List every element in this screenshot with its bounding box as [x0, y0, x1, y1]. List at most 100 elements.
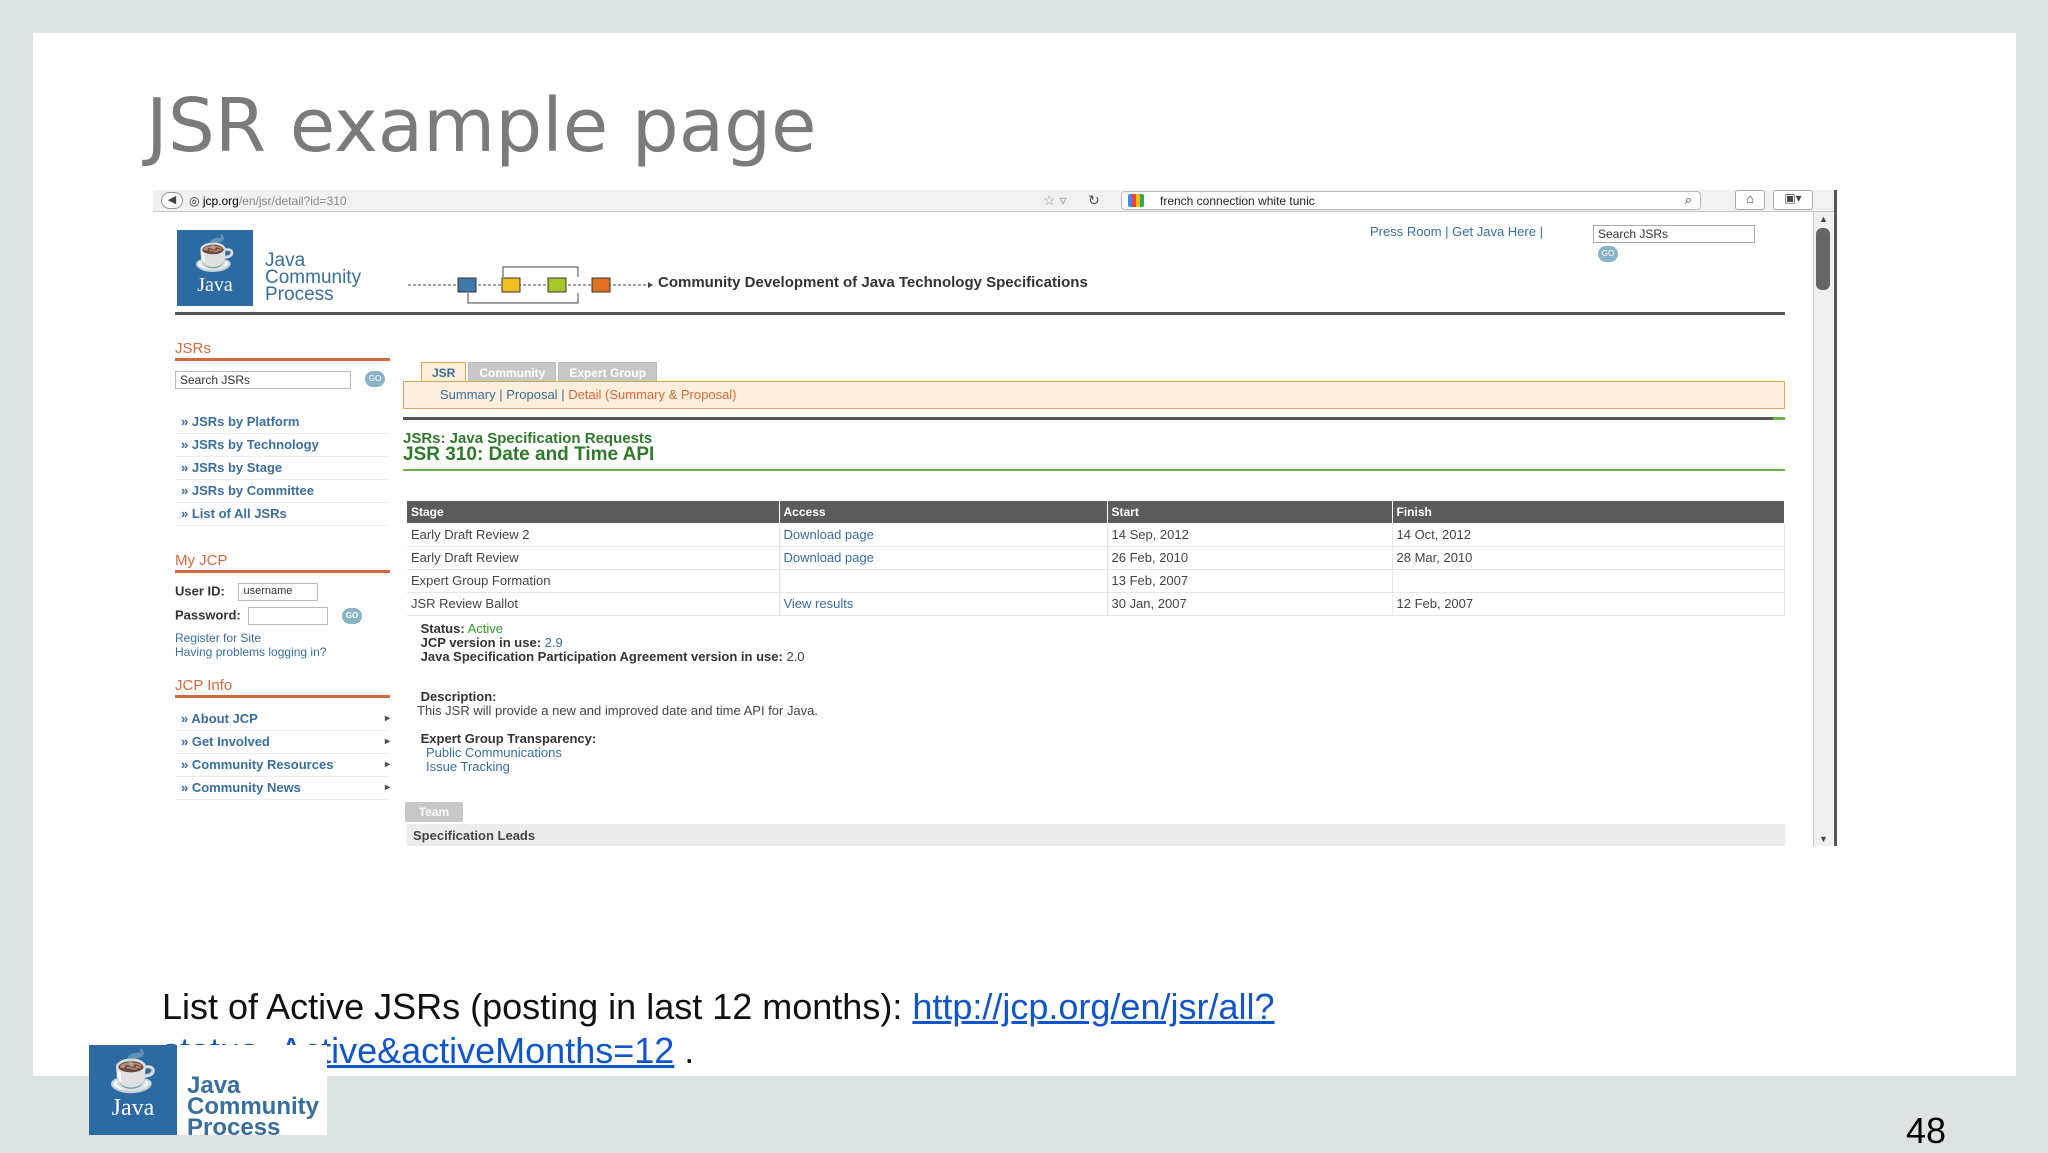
scroll-thumb[interactable] — [1816, 228, 1830, 290]
tab-team[interactable]: Team — [405, 802, 463, 822]
jsr-details: Status: Active JCP version in use: 2.9 J… — [417, 622, 818, 774]
finish-cell: 28 Mar, 2010 — [1392, 546, 1785, 570]
table-row: Early Draft Review 2 Download page 14 Se… — [407, 523, 1785, 547]
status-label: Status: — [420, 621, 465, 636]
sidebar-go-button[interactable]: GO — [365, 371, 385, 387]
back-button[interactable]: ◀ — [161, 192, 183, 209]
process-pipeline-graphic — [408, 266, 653, 304]
screen-icon[interactable]: ▣▾ — [1773, 190, 1813, 210]
slide-caption: List of Active JSRs (posting in last 12 … — [162, 985, 1412, 1073]
wordmark-line: Process — [265, 284, 334, 305]
info-link[interactable]: » About JCP ▸ — [175, 708, 390, 731]
subnav-detail[interactable]: Detail (Summary & Proposal) — [568, 387, 736, 402]
login-help-link[interactable]: Having problems logging in? — [175, 645, 390, 659]
sidebar-search: Search JSRs GO — [175, 371, 390, 389]
url-path: /en/jsr/detail?id=310 — [238, 194, 347, 208]
tab-community[interactable]: Community — [468, 362, 557, 382]
arrow-right-icon: ▸ — [384, 736, 390, 747]
top-links: Press Room | Get Java Here | — [1370, 224, 1543, 239]
access-link[interactable]: View results — [779, 592, 1108, 616]
get-java-link[interactable]: Get Java Here — [1452, 224, 1536, 239]
issue-tracking-link[interactable]: Issue Tracking — [417, 760, 818, 774]
page-number: 48 — [1906, 1110, 1947, 1151]
login-go-button[interactable]: GO — [342, 608, 362, 624]
sidebar-link[interactable]: » JSRs by Platform — [175, 411, 390, 434]
password-field[interactable] — [248, 607, 329, 625]
public-communications-link[interactable]: Public Communications — [417, 746, 818, 760]
scroll-up-icon[interactable]: ▲ — [1819, 214, 1828, 224]
bookmark-star-icon[interactable]: ☆ ▿ — [1043, 192, 1066, 209]
jcp-version-label: JCP version in use: — [420, 635, 542, 650]
browser-screenshot: ◀ ◎ jcp.org/en/jsr/detail?id=310 ☆ ▿ ↻ f… — [153, 190, 1837, 846]
sidebar-search-input[interactable]: Search JSRs — [175, 371, 351, 389]
home-icon[interactable]: ⌂ — [1735, 190, 1765, 210]
spec-leads-header: Specification Leads — [407, 824, 1785, 846]
url-host: jcp.org — [202, 194, 239, 208]
google-icon — [1128, 194, 1144, 207]
search-bar[interactable]: french connection white tunic ⌕ — [1121, 191, 1701, 210]
jcp-version-line: JCP version in use: 2.9 — [417, 636, 818, 650]
register-link[interactable]: Register for Site — [175, 631, 390, 645]
transparency-label: Expert Group Transparency: — [420, 731, 597, 746]
start-cell: 14 Sep, 2012 — [1107, 523, 1393, 547]
description-text: This JSR will provide a new and improved… — [417, 703, 819, 718]
column-header: Access — [779, 501, 1108, 523]
stage-cell: Early Draft Review — [407, 546, 780, 570]
sidebar-link[interactable]: » JSRs by Stage — [175, 457, 390, 480]
access-link[interactable]: Download page — [779, 523, 1108, 547]
scroll-down-icon[interactable]: ▼ — [1819, 834, 1828, 844]
info-links: » About JCP ▸ » Get Involved ▸ » Community… — [175, 708, 390, 800]
java-cup-icon: ☕ — [108, 1050, 158, 1094]
myjcp-heading: My JCP — [175, 552, 390, 573]
sidebar-link[interactable]: » List of All JSRs — [175, 503, 390, 526]
stage-cell: JSR Review Ballot — [407, 592, 780, 616]
globe-icon: ◎ — [189, 194, 203, 208]
info-link-label: » Community Resources — [181, 757, 334, 772]
jcpinfo-heading: JCP Info — [175, 677, 390, 698]
site-search-input[interactable]: Search JSRs — [1593, 225, 1755, 243]
footer-logo-java-text: Java — [111, 1095, 155, 1121]
tab-expert-group[interactable]: Expert Group — [558, 362, 658, 382]
logo-java-text: Java — [197, 274, 233, 296]
vertical-scrollbar[interactable]: ▲ ▼ — [1813, 212, 1833, 846]
divider-accent — [1773, 417, 1785, 420]
info-link-label: » Get Involved — [181, 734, 270, 749]
search-icon[interactable]: ⌕ — [1685, 192, 1692, 208]
tab-jsr[interactable]: JSR — [421, 362, 467, 382]
start-cell: 30 Jan, 2007 — [1107, 592, 1393, 616]
password-label: Password: — [175, 607, 241, 623]
table-row: JSR Review Ballot View results 30 Jan, 2… — [407, 592, 1785, 616]
browser-toolbar: ◀ ◎ jcp.org/en/jsr/detail?id=310 ☆ ▿ ↻ f… — [153, 190, 1834, 212]
arrow-right-icon: ▸ — [384, 782, 390, 793]
sub-navigation: Summary | Proposal | Detail (Summary & P… — [403, 381, 1785, 409]
site-search-go-button[interactable]: GO — [1598, 246, 1618, 262]
jsr-title: JSR 310: Date and Time API — [403, 444, 655, 465]
sidebar-link[interactable]: » JSRs by Committee — [175, 480, 390, 503]
wordmark-line: Process — [187, 1114, 281, 1141]
jcp-logo[interactable]: ☕ Java — [177, 230, 253, 306]
info-link-label: » Community News — [181, 780, 301, 795]
subnav-summary[interactable]: Summary — [440, 387, 496, 402]
info-link[interactable]: » Community Resources ▸ — [175, 754, 390, 777]
reload-icon[interactable]: ↻ — [1088, 192, 1100, 209]
start-cell: 26 Feb, 2010 — [1107, 546, 1393, 570]
status-value: Active — [467, 621, 503, 636]
url-bar[interactable]: ◎ jcp.org/en/jsr/detail?id=310 — [189, 194, 347, 208]
stage-cell: Early Draft Review 2 — [407, 523, 780, 547]
subnav-proposal[interactable]: Proposal — [506, 387, 557, 402]
userid-label: User ID: — [175, 583, 225, 599]
info-link[interactable]: » Get Involved ▸ — [175, 731, 390, 754]
access-link[interactable]: Download page — [779, 546, 1108, 570]
press-room-link[interactable]: Press Room — [1370, 224, 1442, 239]
jcp-version-value[interactable]: 2.9 — [545, 635, 563, 650]
info-link[interactable]: » Community News ▸ — [175, 777, 390, 800]
description-label: Description: — [420, 689, 497, 704]
sidebar-link[interactable]: » JSRs by Technology — [175, 434, 390, 457]
title-divider — [403, 469, 1785, 471]
userid-field[interactable]: username — [238, 583, 319, 601]
divider — [403, 417, 1785, 420]
column-header: Stage — [407, 501, 780, 523]
stage-table: Stage Access Start Finish Early Draft Re… — [407, 501, 1785, 616]
